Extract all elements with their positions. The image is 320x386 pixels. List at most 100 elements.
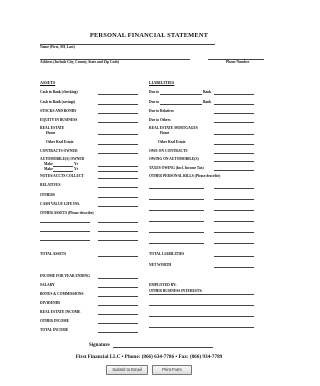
other-business-label: OTHER BUSINESS INTERESTS:	[149, 289, 203, 293]
make-field-1[interactable]	[53, 166, 73, 167]
other-assets-desc-field-2[interactable]	[40, 231, 90, 232]
bills-desc-field-4[interactable]	[149, 221, 204, 222]
bills-desc-field-1[interactable]	[149, 188, 204, 189]
bills-desc-field-5[interactable]	[149, 232, 204, 233]
other-business-field-2[interactable]	[149, 316, 254, 317]
other-assets-desc-field-1[interactable]	[40, 222, 90, 223]
stocks-bonds-field[interactable]	[98, 113, 138, 114]
cash-checking-field[interactable]	[98, 94, 138, 95]
bills-value-field-5[interactable]	[214, 232, 254, 233]
net-worth-field[interactable]	[214, 267, 254, 268]
auto-value-field-2[interactable]	[98, 171, 138, 172]
due-to-label-2: Due to	[149, 100, 160, 104]
due-to-bank-value-field-2[interactable]	[214, 104, 254, 105]
other-real-estate-asset-field[interactable]	[98, 144, 138, 145]
bonus-field[interactable]	[98, 296, 138, 297]
cash-checking-label: Cash in Bank (checking)	[40, 90, 78, 94]
due-to-others-field[interactable]	[214, 122, 254, 123]
footer-contact: First Financial LLC • Phone: (866) 634-7…	[75, 354, 223, 360]
salary-label: SALARY	[40, 283, 55, 287]
contracts-owned-field[interactable]	[98, 153, 138, 154]
form-title: PERSONAL FINANCIAL STATEMENT	[89, 32, 209, 39]
total-assets-field[interactable]	[98, 256, 138, 257]
income-year-field[interactable]	[98, 278, 138, 279]
mortgage-home-field[interactable]	[214, 134, 254, 135]
equity-business-field[interactable]	[98, 122, 138, 123]
signature-label: Signature	[89, 343, 110, 348]
net-worth-label: NET WORTH	[149, 263, 172, 267]
other-personal-bills-label: OTHER PERSONAL BILLS (Please describe)	[149, 174, 221, 178]
bills-desc-field-6[interactable]	[149, 243, 204, 244]
other-assets-value-field-1[interactable]	[98, 222, 138, 223]
name-label: Name (First, MI, Last)	[40, 45, 75, 49]
bills-value-field-1[interactable]	[214, 188, 254, 189]
owing-automobiles-field[interactable]	[214, 161, 254, 162]
mortgage-other-label: Other Real Estate	[158, 140, 186, 144]
stocks-bonds-label: STOCKS AND BONDS	[40, 109, 77, 113]
notes-accts-label: NOTES/ACCTS COLLECT	[40, 174, 84, 178]
mortgage-other-field[interactable]	[214, 144, 254, 145]
employed-by-label: EMPLOYED BY:	[149, 283, 177, 287]
total-liabilities-field[interactable]	[214, 256, 254, 257]
address-label: Address (Include City, County, State and…	[40, 60, 120, 64]
bills-value-field-3[interactable]	[214, 210, 254, 211]
cash-savings-field[interactable]	[98, 104, 138, 105]
bank-label-2: Bank	[203, 100, 212, 104]
total-liabilities-label: TOTAL LIABILITIES	[149, 252, 185, 256]
notes-accts-field[interactable]	[98, 178, 138, 179]
total-income-field[interactable]	[98, 332, 138, 333]
cash-value-life-label: CASH VALUE LIFE INS.	[40, 202, 81, 206]
bills-desc-field-3[interactable]	[149, 210, 204, 211]
bills-desc-field-2[interactable]	[149, 199, 204, 200]
others-field[interactable]	[98, 197, 138, 198]
real-estate-income-field[interactable]	[98, 314, 138, 315]
financial-statement-form: PERSONAL FINANCIAL STATEMENT Name (First…	[0, 0, 298, 386]
other-assets-value-field-2[interactable]	[98, 231, 138, 232]
relatives-field[interactable]	[98, 187, 138, 188]
due-to-bank-value-field-1[interactable]	[214, 94, 254, 95]
make-field-2[interactable]	[53, 171, 73, 172]
total-income-label: TOTAL INCOME	[40, 328, 69, 332]
other-assets-desc-field-3[interactable]	[40, 240, 90, 241]
due-to-relatives-label: Due to Relatives	[149, 109, 174, 113]
due-to-name-field-1[interactable]	[160, 94, 202, 95]
dividends-label: DIVIDENDS	[40, 301, 61, 305]
other-assets-value-field-3[interactable]	[98, 240, 138, 241]
auto-value-field-1[interactable]	[98, 166, 138, 167]
yr-label-2: Yr	[74, 167, 79, 171]
others-label: OTHERS	[40, 193, 55, 197]
assets-heading: ASSETS	[40, 80, 56, 85]
contracts-owned-label: CONTRACTS OWNED	[40, 149, 78, 153]
mortgages-label: REAL ESTATE MORTGAGES	[149, 126, 198, 130]
bills-value-field-6[interactable]	[214, 243, 254, 244]
total-assets-label: TOTAL ASSETS	[40, 252, 67, 256]
dividends-field[interactable]	[98, 305, 138, 306]
employed-by-field[interactable]	[149, 294, 254, 295]
owe-contracts-field[interactable]	[214, 153, 254, 154]
owing-automobiles-label: OWING ON AUTOMOBILE(S)	[149, 157, 199, 161]
make-label-2: Make	[44, 167, 53, 171]
owe-contracts-label: OWE ON CONTRACTS	[149, 149, 188, 153]
bills-value-field-2[interactable]	[214, 199, 254, 200]
bank-label-1: Bank	[203, 90, 212, 94]
taxes-owing-label: TAXES OWING (Incl. Income Tax)	[149, 166, 204, 170]
liabilities-heading: LIABILITIES	[149, 80, 175, 85]
taxes-owing-field[interactable]	[214, 170, 254, 171]
real-estate-income-label: REAL ESTATE INCOME	[40, 310, 81, 314]
mortgage-home-label: Home	[160, 131, 170, 135]
other-assets-label: OTHER ASSETS (Please describe)	[40, 211, 94, 215]
submit-to-email-button[interactable]: Submit to Email	[106, 365, 148, 375]
cash-value-life-field[interactable]	[98, 206, 138, 207]
home-asset-field[interactable]	[98, 134, 138, 135]
other-business-field-3[interactable]	[149, 327, 254, 328]
due-to-relatives-field[interactable]	[214, 113, 254, 114]
due-to-name-field-2[interactable]	[160, 104, 202, 105]
print-form-button[interactable]: Print Form	[152, 365, 192, 375]
other-real-estate-label: Other Real Estate	[46, 140, 74, 144]
other-business-field-1[interactable]	[149, 305, 254, 306]
other-income-field[interactable]	[98, 323, 138, 324]
salary-field[interactable]	[98, 287, 138, 288]
other-income-label: OTHER INCOME	[40, 319, 70, 323]
bills-value-field-4[interactable]	[214, 221, 254, 222]
signature-field[interactable]	[113, 347, 213, 348]
